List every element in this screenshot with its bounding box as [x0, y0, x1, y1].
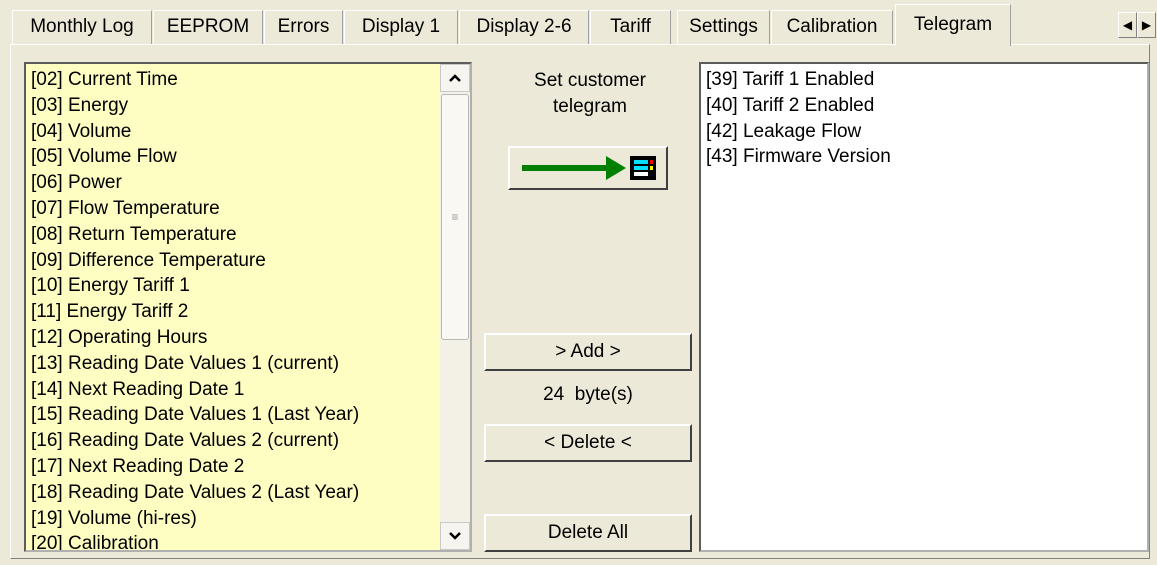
- set-customer-telegram-button[interactable]: [508, 146, 668, 190]
- list-item[interactable]: [04] Volume: [31, 119, 359, 145]
- list-item[interactable]: [09] Difference Temperature: [31, 248, 359, 274]
- arrow-to-meter-icon: [522, 156, 656, 180]
- list-item[interactable]: [13] Reading Date Values 1 (current): [31, 351, 359, 377]
- tab-display-1[interactable]: Display 1: [344, 10, 458, 44]
- tab-errors[interactable]: Errors: [264, 10, 343, 44]
- list-item[interactable]: [11] Energy Tariff 2: [31, 299, 359, 325]
- delete-all-button[interactable]: Delete All: [484, 514, 692, 552]
- tab-label: Telegram: [913, 14, 993, 35]
- tab-scroll-left-button[interactable]: ◀: [1118, 12, 1137, 38]
- list-item[interactable]: [19] Volume (hi-res): [31, 506, 359, 532]
- delete-button[interactable]: < Delete <: [484, 424, 692, 462]
- scroll-up-button[interactable]: [440, 64, 470, 92]
- list-item[interactable]: [15] Reading Date Values 1 (Last Year): [31, 402, 359, 428]
- tab-label: Display 2-6: [476, 16, 572, 37]
- list-item[interactable]: [42] Leakage Flow: [706, 119, 891, 145]
- tab-display-2-6[interactable]: Display 2-6: [459, 10, 589, 44]
- available-list-scrollbar[interactable]: ≡: [440, 64, 470, 550]
- tab-label: Settings: [689, 16, 758, 37]
- list-item[interactable]: [14] Next Reading Date 1: [31, 377, 359, 403]
- tab-label: Display 1: [361, 16, 441, 37]
- grip-icon: ≡: [451, 210, 459, 224]
- chevron-up-icon: [449, 74, 461, 82]
- tab-calibration[interactable]: Calibration: [771, 10, 893, 44]
- tab-scroll-buttons: ◀ ▶: [1118, 12, 1156, 38]
- list-item[interactable]: [06] Power: [31, 170, 359, 196]
- list-item[interactable]: [20] Calibration: [31, 531, 359, 550]
- tab-monthly-log[interactable]: Monthly Log: [12, 10, 152, 44]
- add-button[interactable]: > Add >: [484, 333, 692, 371]
- tab-strip: Monthly Log EEPROM Errors Display 1 Disp…: [0, 0, 1157, 46]
- list-item[interactable]: [18] Reading Date Values 2 (Last Year): [31, 480, 359, 506]
- list-item[interactable]: [43] Firmware Version: [706, 144, 891, 170]
- selected-telegram-list[interactable]: [39] Tariff 1 Enabled [40] Tariff 2 Enab…: [699, 62, 1149, 552]
- chevron-down-icon: [449, 532, 461, 540]
- tab-scroll-right-button[interactable]: ▶: [1137, 12, 1156, 38]
- tab-label: Tariff: [610, 16, 651, 37]
- tab-label: Errors: [277, 16, 330, 37]
- tab-tariff[interactable]: Tariff: [590, 10, 671, 44]
- tab-telegram[interactable]: Telegram: [895, 4, 1011, 46]
- tab-label: Monthly Log: [30, 16, 134, 37]
- list-item[interactable]: [03] Energy: [31, 93, 359, 119]
- triangle-left-icon: ◀: [1122, 18, 1133, 32]
- triangle-right-icon: ▶: [1141, 18, 1152, 32]
- list-item[interactable]: [40] Tariff 2 Enabled: [706, 93, 891, 119]
- list-item[interactable]: [39] Tariff 1 Enabled: [706, 67, 891, 93]
- tab-label: Calibration: [786, 16, 878, 37]
- list-item[interactable]: [02] Current Time: [31, 67, 359, 93]
- tab-eeprom[interactable]: EEPROM: [153, 10, 263, 44]
- list-item[interactable]: [08] Return Temperature: [31, 222, 359, 248]
- tab-settings[interactable]: Settings: [677, 10, 770, 44]
- scroll-thumb[interactable]: ≡: [441, 94, 469, 340]
- set-telegram-caption: Set customer telegram: [534, 70, 646, 117]
- list-item[interactable]: [16] Reading Date Values 2 (current): [31, 428, 359, 454]
- available-registers-list[interactable]: [02] Current Time [03] Energy [04] Volum…: [24, 62, 472, 552]
- byte-count-label: 24 byte(s): [543, 384, 633, 405]
- list-item[interactable]: [12] Operating Hours: [31, 325, 359, 351]
- list-item[interactable]: [05] Volume Flow: [31, 144, 359, 170]
- scroll-down-button[interactable]: [440, 522, 470, 550]
- list-item[interactable]: [10] Energy Tariff 1: [31, 273, 359, 299]
- tab-label: EEPROM: [166, 16, 250, 37]
- list-item[interactable]: [17] Next Reading Date 2: [31, 454, 359, 480]
- list-item[interactable]: [07] Flow Temperature: [31, 196, 359, 222]
